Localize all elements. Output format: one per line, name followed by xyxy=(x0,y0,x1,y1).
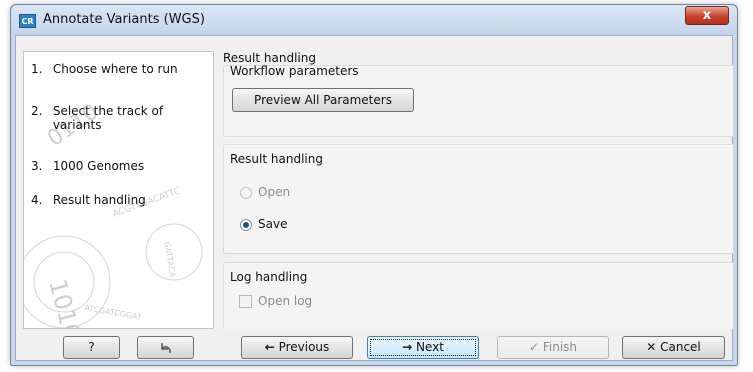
log-handling-group: Log handling Open log xyxy=(223,262,733,329)
result-handling-group: Result handling Open Save xyxy=(223,144,733,254)
finish-label: Finish xyxy=(542,340,578,354)
close-button[interactable]: x xyxy=(685,6,729,25)
group-title: Log handling xyxy=(230,270,308,284)
step-label-line: variants xyxy=(52,118,102,132)
save-radio-label: Save xyxy=(258,217,288,231)
group-title: Workflow parameters xyxy=(230,64,359,78)
arrow-left-icon: ← xyxy=(264,340,275,354)
arrow-right-icon: → xyxy=(402,340,413,354)
next-label: Next xyxy=(415,340,444,354)
svg-text:1010: 1010 xyxy=(43,276,86,329)
title-bar[interactable]: CR Annotate Variants (WGS) x xyxy=(11,5,737,35)
close-icon: x xyxy=(702,8,712,23)
reset-button[interactable] xyxy=(137,336,194,359)
step-label: Choose where to run xyxy=(52,62,178,76)
button-bar: ? ← Previous → Next ✓ Finish ✕ Cancel xyxy=(16,329,732,360)
app-icon: CR xyxy=(19,14,36,28)
step-1: 1. Choose where to run xyxy=(31,62,178,76)
help-button[interactable]: ? xyxy=(63,336,120,359)
open-radio[interactable] xyxy=(240,187,252,199)
cancel-button[interactable]: ✕ Cancel xyxy=(622,336,725,359)
step-number: 2. xyxy=(31,104,43,118)
preview-all-parameters-button[interactable]: Preview All Parameters xyxy=(232,88,414,112)
open-log-checkbox[interactable] xyxy=(239,295,252,308)
previous-button[interactable]: ← Previous xyxy=(241,336,353,359)
x-icon: ✕ xyxy=(646,340,657,354)
window-title: Annotate Variants (WGS) xyxy=(43,12,205,27)
open-log-label: Open log xyxy=(258,294,313,308)
next-button[interactable]: → Next xyxy=(367,336,479,359)
checkmark-icon: ✓ xyxy=(528,340,540,354)
step-label: Result handling xyxy=(52,193,146,207)
radio-selected-dot xyxy=(243,222,249,228)
section-title: Result handling xyxy=(223,51,316,65)
help-label: ? xyxy=(88,340,95,354)
workflow-parameters-group: Workflow parameters Preview All Paramete… xyxy=(223,64,733,137)
step-4: 4. Result handling xyxy=(31,193,146,207)
group-title: Result handling xyxy=(230,152,323,166)
svg-text:ATCGATCGGAT: ATCGATCGGAT xyxy=(84,303,143,322)
result-handling-panel: Result handling Workflow parameters Prev… xyxy=(223,51,733,329)
dialog-content: 0110 1010 ACGTTGACATTC ATCGATCGGAT GATTA… xyxy=(15,35,733,361)
undo-arrow-icon xyxy=(160,343,171,353)
open-radio-label: Open xyxy=(258,185,291,199)
step-2: 2. Select the track of variants xyxy=(31,104,163,132)
step-3: 3. 1000 Genomes xyxy=(31,159,144,173)
step-number: 3. xyxy=(31,159,43,173)
step-number: 4. xyxy=(31,193,43,207)
step-number: 1. xyxy=(31,62,43,76)
dialog-window: CR Annotate Variants (WGS) x 0110 1010 A… xyxy=(10,4,738,366)
previous-label: Previous xyxy=(278,340,330,354)
step-label: 1000 Genomes xyxy=(52,159,145,173)
watermark-graphic: 0110 1010 ACGTTGACATTC ATCGATCGGAT GATTA… xyxy=(24,99,203,329)
step-label-line: Select the track of xyxy=(52,104,164,118)
step-label: Select the track of variants xyxy=(53,104,163,132)
finish-button[interactable]: ✓ Finish xyxy=(497,336,609,359)
cancel-label: Cancel xyxy=(660,340,701,354)
save-radio[interactable] xyxy=(240,219,252,231)
wizard-steps-panel: 0110 1010 ACGTTGACATTC ATCGATCGGAT GATTA… xyxy=(23,51,214,329)
svg-text:GATTACA: GATTACA xyxy=(162,241,177,279)
